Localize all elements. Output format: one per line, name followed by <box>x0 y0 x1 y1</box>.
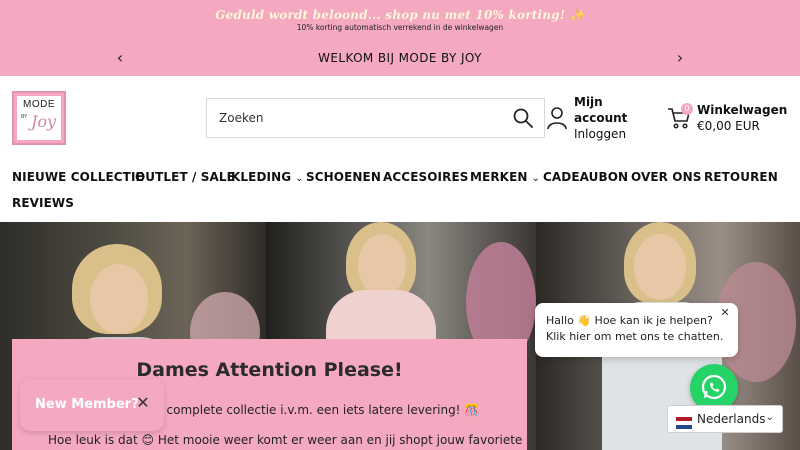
chevron-right-icon[interactable]: › <box>670 48 690 68</box>
user-icon <box>546 106 568 130</box>
new-member-popup[interactable]: New Member? ✕ <box>20 379 164 431</box>
nav-item-schoenen[interactable]: SCHOENEN <box>306 170 381 184</box>
cart-title: Winkelwagen <box>697 103 788 117</box>
search-input[interactable] <box>207 99 497 137</box>
main-nav: NIEUWE COLLECTIE OUTLET / SALE KLEDING ⌄ … <box>0 162 800 222</box>
nav-item-outlet-sale[interactable]: OUTLET / SALE <box>135 170 235 184</box>
promo-banner: Geduld wordt beloond... shop nu met 10% … <box>0 0 800 40</box>
account-link[interactable]: Mijn account Inloggen <box>546 94 656 144</box>
nav-item-merken[interactable]: MERKEN ⌄ <box>470 170 540 184</box>
cart-total: €0,00 EUR <box>697 119 760 133</box>
cart-count-badge: 0 <box>681 103 693 115</box>
card-text-line-2: Hoe leuk is dat 😊 Het mooie weer komt er… <box>48 433 523 447</box>
promo-subtitle: 10% korting automatisch verrekend in de … <box>296 23 504 32</box>
announcement-bar: ‹ WELKOM BIJ MODE BY JOY › <box>0 40 800 76</box>
nav-item-cadeaubon[interactable]: CADEAUBON <box>543 170 628 184</box>
site-header: MODE BY Joy Mijn account Inloggen 0 Wink… <box>0 76 800 162</box>
chat-bubble[interactable]: Hallo 👋 Hoe kan ik je helpen? Klik hier … <box>535 303 738 357</box>
close-icon[interactable]: ✕ <box>134 394 152 412</box>
language-label: Nederlands <box>697 412 766 426</box>
nav-item-reviews[interactable]: REVIEWS <box>12 196 74 210</box>
logo-by-text: BY <box>21 114 28 120</box>
nav-item-kleding[interactable]: KLEDING ⌄ <box>231 170 304 184</box>
nav-item-accesoires[interactable]: ACCESOIRES <box>383 170 469 184</box>
new-member-label: New Member? <box>35 397 139 412</box>
netherlands-flag-icon <box>676 414 692 429</box>
logo-mode-text: MODE <box>23 99 55 110</box>
nav-item-nieuwe-collectie[interactable]: NIEUWE COLLECTIE <box>12 170 144 184</box>
logo-inner: MODE BY Joy <box>17 96 61 140</box>
chat-greeting: Hallo 👋 Hoe kan ik je helpen? <box>546 314 713 327</box>
search-box <box>206 98 545 138</box>
chevron-down-icon: ⌄ <box>765 412 774 423</box>
cart-link[interactable]: 0 Winkelwagen €0,00 EUR <box>667 100 797 136</box>
site-logo[interactable]: MODE BY Joy <box>12 91 66 145</box>
language-selector[interactable]: Nederlands ⌄ <box>667 405 783 433</box>
chat-cta: Klik hier om met ons te chatten. <box>546 330 724 343</box>
search-icon[interactable] <box>512 107 534 129</box>
account-title: Mijn account <box>574 95 628 125</box>
chevron-down-icon: ⌄ <box>531 173 541 184</box>
card-title: Dames Attention Please! <box>136 359 403 381</box>
nav-item-over-ons[interactable]: OVER ONS <box>631 170 701 184</box>
login-link[interactable]: Inloggen <box>574 127 626 141</box>
chevron-down-icon: ⌄ <box>295 173 304 184</box>
logo-joy-text: Joy <box>31 112 57 131</box>
close-icon[interactable]: ✕ <box>718 306 732 320</box>
promo-title: Geduld wordt beloond... shop nu met 10% … <box>215 8 585 22</box>
card-text-line-1: le complete collectie i.v.m. een iets la… <box>152 403 480 417</box>
nav-item-retouren[interactable]: RETOUREN <box>704 170 778 184</box>
